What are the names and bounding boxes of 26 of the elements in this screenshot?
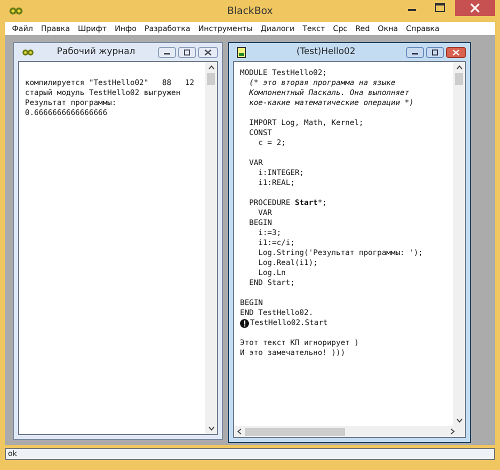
maximize-icon[interactable]	[178, 46, 196, 58]
minimize-icon[interactable]	[158, 46, 176, 58]
document-icon	[237, 46, 246, 58]
scroll-right-icon[interactable]	[450, 428, 455, 435]
close-icon[interactable]	[455, 0, 495, 16]
scroll-up-icon[interactable]	[456, 65, 462, 70]
scroll-down-icon[interactable]	[208, 426, 214, 431]
vertical-scrollbar[interactable]	[205, 62, 217, 434]
scroll-thumb[interactable]	[245, 428, 345, 436]
scroll-thumb[interactable]	[207, 73, 215, 85]
close-icon[interactable]	[446, 46, 466, 58]
scroll-left-icon[interactable]	[237, 428, 242, 435]
close-icon[interactable]	[198, 46, 218, 58]
window-title: (Test)Hello02	[295, 47, 356, 57]
minimize-icon[interactable]	[406, 46, 424, 58]
horizontal-scrollbar[interactable]	[234, 426, 465, 437]
scroll-thumb[interactable]	[455, 73, 463, 85]
window-title: BlackBox	[227, 6, 273, 16]
scroll-up-icon[interactable]	[208, 65, 214, 70]
app-logo-icon	[9, 6, 23, 16]
command-marker-icon[interactable]	[240, 318, 249, 328]
scroll-down-icon[interactable]	[456, 418, 462, 423]
app-logo-icon	[22, 48, 34, 56]
vertical-scrollbar[interactable]	[453, 62, 465, 426]
window-title: Рабочий журнал	[56, 47, 136, 57]
maximize-icon[interactable]	[426, 46, 444, 58]
